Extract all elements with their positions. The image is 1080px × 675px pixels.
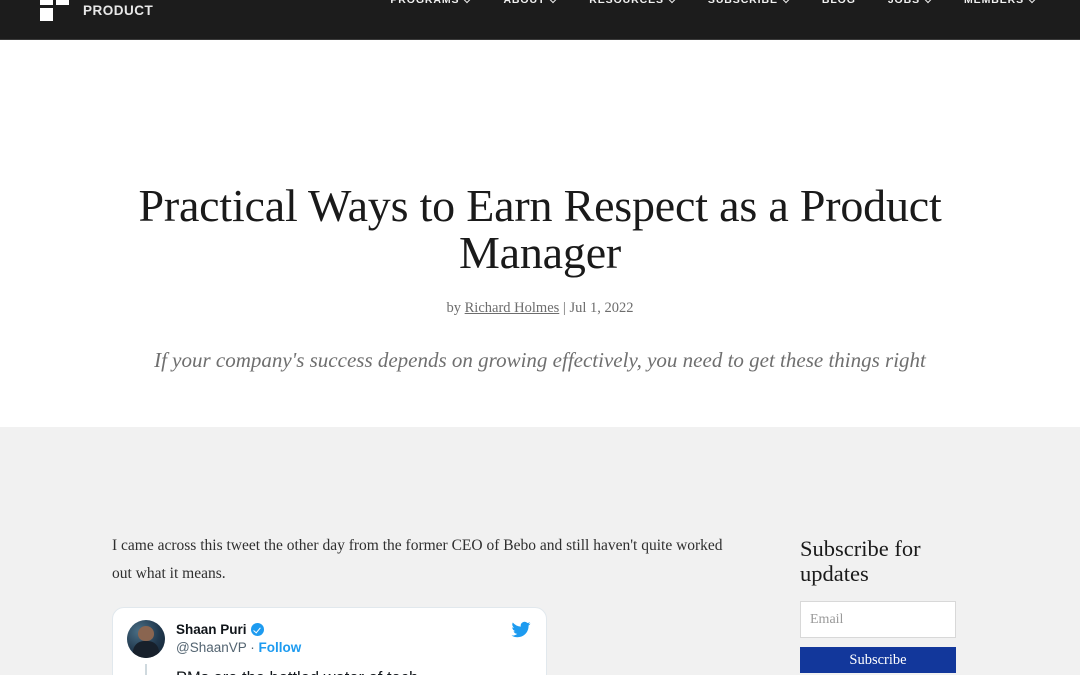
- chevron-down-icon: [925, 0, 932, 3]
- subscribe-button[interactable]: Subscribe: [800, 647, 956, 673]
- nav-item-about[interactable]: ABOUT: [487, 0, 573, 6]
- email-field[interactable]: [800, 601, 956, 638]
- brand-text: DEPARTMENT OF PRODUCT: [83, 0, 205, 19]
- site-header: DEPARTMENT OF PRODUCT PROGRAMS ABOUT RES…: [0, 0, 1080, 40]
- tweet-header: Shaan Puri @ShaanVP · Follow: [127, 620, 532, 658]
- tweet-thread-line: [145, 664, 147, 675]
- byline: by Richard Holmes | Jul 1, 2022: [0, 300, 1080, 317]
- nav-item-programs[interactable]: PROGRAMS: [374, 0, 487, 6]
- site-brand[interactable]: DEPARTMENT OF PRODUCT: [40, 0, 205, 22]
- article-column: I came across this tweet the other day f…: [112, 532, 732, 675]
- main-nav: PROGRAMS ABOUT RESOURCES SUBSCRIBE BLOG …: [374, 0, 1052, 6]
- tweet-handle[interactable]: @ShaanVP: [176, 640, 247, 655]
- nav-label-subscribe: SUBSCRIBE: [707, 0, 778, 6]
- chevron-down-icon: [783, 0, 790, 3]
- nav-item-subscribe[interactable]: SUBSCRIBE: [692, 0, 806, 6]
- content-wrap: I came across this tweet the other day f…: [112, 532, 968, 675]
- sidebar-title: Subscribe for updates: [800, 536, 921, 586]
- post-subtitle: If your company's success depends on gro…: [154, 348, 926, 372]
- tweet-text: PMs are the bottled water of tech: [176, 667, 532, 675]
- byline-separator: |: [559, 300, 570, 316]
- author-link[interactable]: Richard Holmes: [465, 300, 560, 316]
- tweet-follow-link[interactable]: Follow: [259, 640, 302, 655]
- nav-label-jobs: JOBS: [887, 0, 921, 6]
- nav-item-jobs[interactable]: JOBS: [872, 0, 948, 6]
- avatar[interactable]: [127, 620, 165, 658]
- byline-prefix: by: [446, 300, 465, 316]
- sidebar: Subscribe for updates Subscribe: [800, 532, 968, 675]
- nav-label-about: ABOUT: [503, 0, 546, 6]
- post-hero: Practical Ways to Earn Respect as a Prod…: [0, 40, 1080, 427]
- tweet-handle-row: @ShaanVP · Follow: [176, 639, 301, 657]
- chevron-down-icon: [669, 0, 676, 3]
- page-title: Practical Ways to Earn Respect as a Prod…: [138, 180, 942, 278]
- chevron-down-icon: [550, 0, 557, 3]
- nav-item-resources[interactable]: RESOURCES: [573, 0, 692, 6]
- logo-squares-icon: [40, 0, 70, 22]
- nav-label-resources: RESOURCES: [589, 0, 664, 6]
- tweet-handle-separator: ·: [246, 640, 259, 655]
- chevron-down-icon: [1029, 0, 1036, 3]
- nav-item-members[interactable]: MEMBERS: [948, 0, 1052, 6]
- chevron-down-icon: [464, 0, 471, 3]
- article-paragraph: I came across this tweet the other day f…: [112, 537, 723, 582]
- tweet-display-name[interactable]: Shaan Puri: [176, 621, 247, 638]
- nav-item-blog[interactable]: BLOG: [806, 0, 872, 6]
- nav-label-members: MEMBERS: [964, 0, 1024, 6]
- nav-label-programs: PROGRAMS: [390, 0, 460, 6]
- verified-badge-icon: [250, 623, 264, 636]
- nav-label-blog: BLOG: [821, 0, 856, 6]
- twitter-bird-icon[interactable]: [510, 620, 532, 639]
- tweet-identity: Shaan Puri @ShaanVP · Follow: [176, 620, 301, 657]
- embedded-tweet-card[interactable]: Shaan Puri @ShaanVP · Follow PMs are th: [112, 607, 547, 675]
- tweet-name-row: Shaan Puri: [176, 621, 301, 638]
- content-section: I came across this tweet the other day f…: [0, 427, 1080, 675]
- post-date: Jul 1, 2022: [569, 300, 634, 316]
- brand-line-2: PRODUCT: [83, 3, 154, 18]
- brand-line-1: DEPARTMENT OF: [83, 0, 205, 2]
